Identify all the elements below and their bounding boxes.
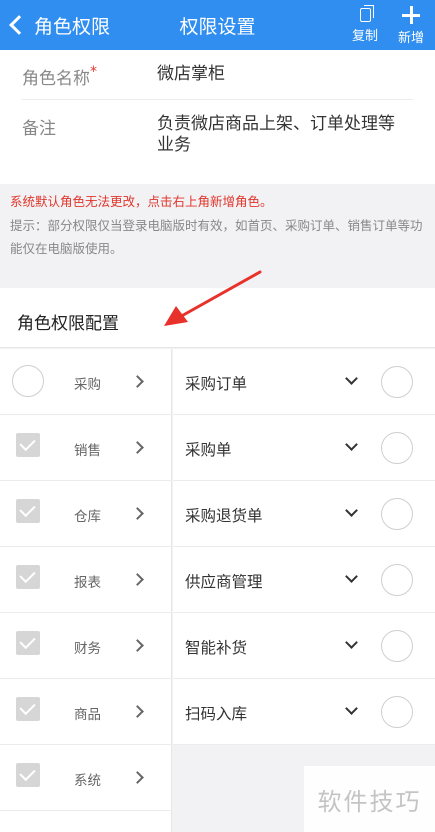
copy-icon [359, 5, 374, 22]
chevron-right-icon [131, 507, 144, 520]
chevron-down-icon[interactable] [345, 504, 358, 517]
permission-label: 智能补货 [185, 639, 248, 657]
module-item[interactable]: 系统 [0, 745, 172, 811]
plus-icon [402, 6, 420, 24]
module-label: 报表 [74, 575, 101, 591]
remark-label: 备注 [22, 119, 56, 139]
chevron-left-icon [9, 15, 29, 35]
module-label: 销售 [74, 443, 101, 459]
remark-row: 备注 负责微店商品上架、订单处理等业务 [22, 114, 413, 156]
role-name-label-text: 角色名称 [22, 69, 90, 89]
copy-button[interactable]: 复制 [344, 4, 386, 48]
module-item[interactable]: 财务 [0, 613, 172, 679]
radio-circle-icon[interactable] [381, 696, 413, 728]
checkbox-checked-icon[interactable] [16, 433, 40, 457]
warning-text: 系统默认角色无法更改，点击右上角新增角色。 [10, 194, 273, 209]
permission-label: 采购退货单 [185, 507, 263, 525]
role-name-label: 角色名称* [22, 64, 157, 99]
permission-item[interactable]: 扫码入库 [173, 679, 435, 745]
permission-item[interactable]: 供应商管理 [173, 547, 435, 613]
remark-field[interactable]: 负责微店商品上架、订单处理等业务 [157, 114, 397, 156]
module-item[interactable]: 采购 [0, 349, 172, 415]
role-name-field[interactable]: 微店掌柜 [157, 64, 225, 99]
radio-circle-icon[interactable] [381, 630, 413, 662]
checkbox-checked-icon[interactable] [16, 763, 40, 787]
module-label: 采购 [74, 377, 101, 393]
permission-list: 采购订单 采购单 采购退货单 供应商管理 智能补货 扫码入库 [173, 349, 435, 832]
radio-circle-icon[interactable] [381, 564, 413, 596]
permission-label: 采购单 [185, 441, 232, 459]
chevron-right-icon [131, 375, 144, 388]
module-label: 商品 [74, 707, 101, 723]
radio-circle-icon[interactable] [12, 365, 44, 397]
permission-label: 采购订单 [185, 375, 248, 393]
permission-label: 扫码入库 [185, 705, 248, 723]
checkbox-checked-icon[interactable] [16, 565, 40, 589]
permission-item[interactable]: 采购订单 [173, 349, 435, 415]
required-mark: * [90, 64, 97, 80]
module-item[interactable]: 仓库 [0, 481, 172, 547]
chevron-down-icon[interactable] [345, 636, 358, 649]
copy-label: 复制 [351, 29, 378, 44]
watermark: 软件技巧 [304, 766, 435, 832]
chevron-down-icon[interactable] [345, 438, 358, 451]
checkbox-checked-icon[interactable] [16, 631, 40, 655]
permission-label: 供应商管理 [185, 573, 263, 591]
chevron-down-icon[interactable] [345, 570, 358, 583]
module-item[interactable]: 商品 [0, 679, 172, 745]
add-button[interactable]: 新增 [390, 4, 432, 48]
permission-item[interactable]: 采购退货单 [173, 481, 435, 547]
annotation-arrow-icon [164, 270, 262, 326]
chevron-down-icon[interactable] [345, 702, 358, 715]
back-label: 角色权限 [34, 15, 111, 38]
role-form: 角色名称* 微店掌柜 备注 负责微店商品上架、订单处理等业务 [0, 50, 435, 184]
tip-text: 提示：部分权限仅当登录电脑版时有效，如首页、采购订单、销售订单等功能仅在电脑版使… [10, 218, 423, 256]
app-header: 角色权限 权限设置 复制 新增 [0, 0, 435, 50]
permission-item[interactable]: 智能补货 [173, 613, 435, 679]
watermark-text: 软件技巧 [317, 787, 422, 816]
chevron-right-icon [131, 771, 144, 784]
checkbox-checked-icon[interactable] [16, 499, 40, 523]
section-title: 角色权限配置 [17, 314, 119, 334]
module-label: 系统 [74, 773, 101, 789]
radio-circle-icon[interactable] [381, 498, 413, 530]
permission-item[interactable]: 采购单 [173, 415, 435, 481]
chevron-right-icon [131, 441, 144, 454]
back-button[interactable]: 角色权限 [6, 10, 110, 40]
radio-circle-icon[interactable] [381, 432, 413, 464]
module-list: 采购 销售 仓库 报表 财务 商品 系统 [0, 349, 172, 832]
module-item[interactable]: 报表 [0, 547, 172, 613]
checkbox-checked-icon[interactable] [16, 697, 40, 721]
module-label: 财务 [74, 641, 101, 657]
chevron-down-icon[interactable] [345, 372, 358, 385]
radio-circle-icon[interactable] [381, 366, 413, 398]
module-item[interactable]: 销售 [0, 415, 172, 481]
role-name-row: 角色名称* 微店掌柜 [22, 64, 413, 100]
chevron-right-icon [131, 639, 144, 652]
module-label: 仓库 [74, 509, 101, 525]
add-label: 新增 [397, 31, 424, 46]
chevron-right-icon [131, 705, 144, 718]
chevron-right-icon [131, 573, 144, 586]
